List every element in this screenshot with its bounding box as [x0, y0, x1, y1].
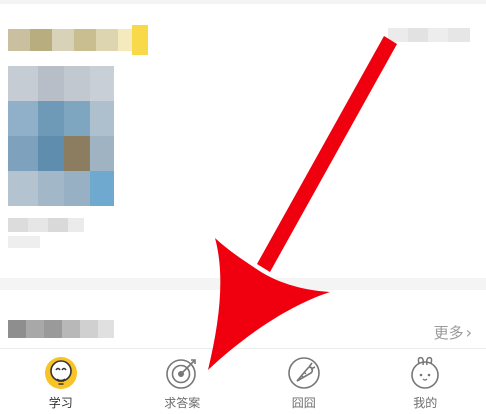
target-icon	[164, 355, 200, 391]
tab-mine[interactable]: 我的	[365, 349, 486, 414]
tab-ask-answer[interactable]: 求答案	[122, 349, 244, 414]
chevron-right-icon: ›	[466, 325, 472, 341]
tab-mine-label: 我的	[413, 394, 437, 411]
tab-study-label: 学习	[49, 394, 73, 411]
content-card[interactable]	[0, 4, 486, 278]
tab-study[interactable]: 学习	[0, 349, 122, 414]
more-label: 更多	[434, 322, 464, 343]
tab-jiongjiong[interactable]: 囧囧	[243, 349, 365, 414]
more-link[interactable]: 更多 ›	[434, 322, 472, 343]
bottom-tab-bar: 学习 求答案 囧囧 我的	[0, 348, 486, 414]
bunny-icon	[407, 355, 443, 391]
lightbulb-icon	[43, 355, 79, 391]
feed-item[interactable]	[0, 290, 486, 348]
carrot-icon	[286, 355, 322, 391]
tab-ask-answer-label: 求答案	[164, 394, 200, 411]
tab-jiongjiong-label: 囧囧	[292, 394, 316, 411]
